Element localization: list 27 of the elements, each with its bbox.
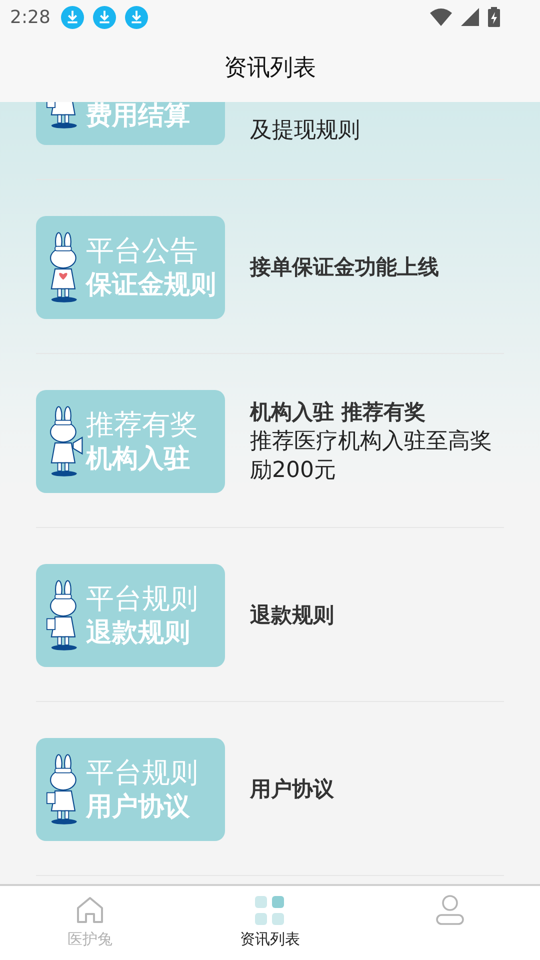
status-time: 2:28 — [10, 6, 50, 30]
banner-title: 推荐有奖 — [86, 408, 198, 442]
article-title[interactable]: 机构入驻 推荐有奖 — [250, 398, 492, 427]
banner-subtitle: 费用结算 — [86, 102, 190, 133]
article-title[interactable]: 接单保证金功能上线 — [250, 253, 492, 282]
article-summary: 推荐医疗机构入驻至高奖励200元 — [250, 428, 492, 485]
nav-tab[interactable]: 资讯列表 — [180, 886, 360, 960]
article-title[interactable]: 用户协议 — [250, 775, 492, 804]
banner-subtitle: 保证金规则 — [86, 268, 216, 302]
banner-title: 平台公告 — [86, 234, 198, 268]
banner-subtitle: 用户协议 — [86, 790, 190, 824]
wifi-icon — [430, 8, 452, 26]
banner-title: 平台规则 — [86, 756, 198, 790]
download-icon — [93, 6, 116, 28]
home-icon — [74, 894, 106, 926]
download-icon — [61, 6, 84, 28]
page-title: 资讯列表 — [224, 54, 316, 83]
article-summary: 及提现规则 — [250, 117, 361, 145]
battery-icon — [488, 7, 500, 27]
person-icon — [434, 894, 466, 926]
download-icon — [125, 6, 148, 28]
banner-subtitle: 机构入驻 — [86, 442, 190, 476]
grid-icon — [254, 894, 286, 926]
article-title[interactable]: 退款规则 — [250, 601, 492, 630]
banner-subtitle: 退款规则 — [86, 616, 190, 650]
banner-title: 平台规则 — [86, 582, 198, 616]
signal-icon — [461, 8, 479, 26]
